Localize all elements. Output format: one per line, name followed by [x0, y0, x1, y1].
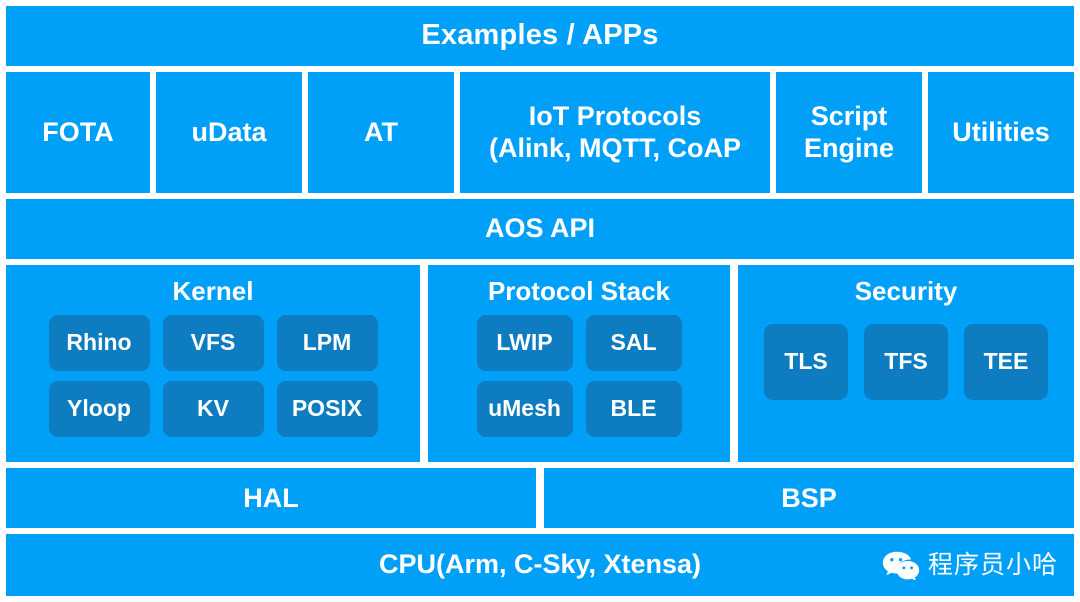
- layer-components: FOTA uData AT IoT Protocols (Alink, MQTT…: [6, 72, 1074, 193]
- component-script-engine-line1: Script: [810, 101, 888, 132]
- module-tls: TLS: [764, 323, 848, 400]
- module-sal: SAL: [585, 314, 682, 371]
- section-protocol-stack: Protocol Stack LWIP SAL uMesh BLE: [428, 265, 730, 462]
- section-kernel: Kernel Rhino VFS LPM Yloop KV POSIX: [6, 265, 420, 462]
- section-protocol-stack-modules: LWIP SAL uMesh BLE: [474, 314, 684, 437]
- module-umesh: uMesh: [476, 380, 573, 437]
- component-fota: FOTA: [6, 72, 150, 193]
- section-kernel-modules: Rhino VFS LPM Yloop KV POSIX: [36, 314, 391, 437]
- component-at: AT: [308, 72, 454, 193]
- layer-aos-api: AOS API: [6, 199, 1074, 259]
- wechat-icon: [882, 550, 920, 581]
- layer-core-sections: Kernel Rhino VFS LPM Yloop KV POSIX Prot…: [6, 265, 1074, 462]
- module-kv: KV: [162, 380, 264, 437]
- layer-hal-bsp: HAL BSP: [6, 468, 1074, 528]
- component-utilities: Utilities: [928, 72, 1074, 193]
- component-iot-protocols: IoT Protocols (Alink, MQTT, CoAP: [460, 72, 770, 193]
- watermark: 程序员小哈: [882, 550, 1058, 581]
- module-tee: TEE: [964, 323, 1048, 400]
- watermark-text: 程序员小哈: [927, 550, 1058, 579]
- section-security-modules: TLS TFS TEE: [764, 323, 1048, 400]
- section-protocol-stack-title: Protocol Stack: [487, 276, 671, 306]
- component-script-engine: Script Engine: [776, 72, 922, 193]
- module-vfs: VFS: [162, 314, 264, 371]
- module-tfs: TFS: [864, 323, 948, 400]
- component-script-engine-line2: Engine: [803, 132, 894, 163]
- component-udata: uData: [156, 72, 302, 193]
- section-security: Security TLS TFS TEE: [738, 265, 1074, 462]
- layer-cpu: CPU(Arm, C-Sky, Xtensa) 程序员小哈: [6, 534, 1074, 596]
- module-ble: BLE: [585, 380, 682, 437]
- module-rhino: Rhino: [48, 314, 150, 371]
- layer-cpu-label: CPU(Arm, C-Sky, Xtensa): [378, 549, 702, 580]
- layer-examples-apps: Examples / APPs: [6, 6, 1074, 66]
- component-iot-protocols-line2: (Alink, MQTT, CoAP: [489, 132, 741, 163]
- layer-hal: HAL: [6, 468, 536, 528]
- module-lwip: LWIP: [476, 314, 573, 371]
- section-security-title: Security: [854, 276, 958, 306]
- module-lpm: LPM: [276, 314, 378, 371]
- layer-bsp: BSP: [544, 468, 1074, 528]
- architecture-diagram: Examples / APPs FOTA uData AT IoT Protoc…: [0, 0, 1080, 602]
- section-kernel-title: Kernel: [172, 276, 254, 306]
- module-posix: POSIX: [276, 380, 378, 437]
- component-iot-protocols-line1: IoT Protocols: [528, 101, 702, 132]
- module-yloop: Yloop: [48, 380, 150, 437]
